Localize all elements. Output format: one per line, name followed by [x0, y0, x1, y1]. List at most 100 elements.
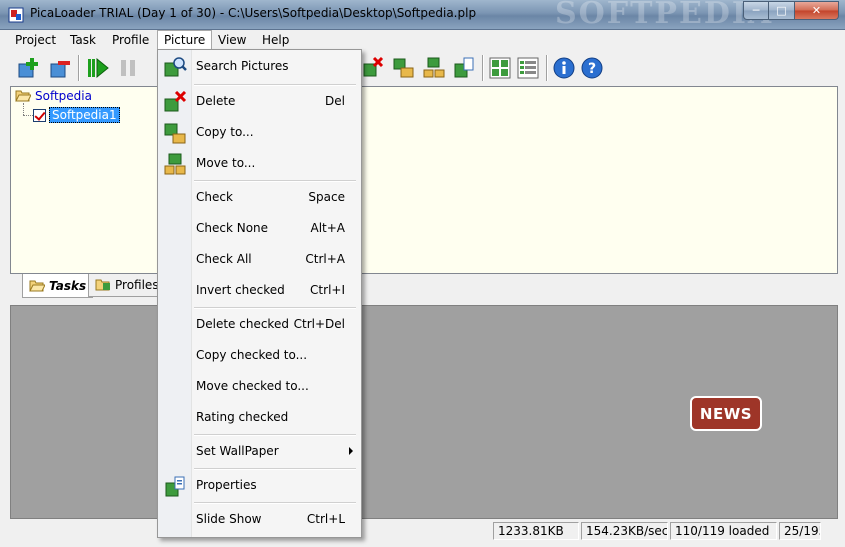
tree-node-task[interactable]: Softpedia1	[33, 107, 120, 123]
menu-project[interactable]: Project	[9, 30, 62, 50]
delete-icon	[363, 56, 384, 77]
tree-node-root[interactable]: Softpedia	[15, 89, 92, 103]
remove-task-icon	[50, 61, 70, 78]
menu-item-label: Search Pictures	[196, 59, 289, 73]
menu-bar: Project Task Profile Picture View Help	[0, 30, 845, 50]
properties-icon	[454, 57, 474, 78]
status-bar: 1233.81KB 154.23KB/sec 110/119 loaded 25…	[0, 519, 845, 547]
title-bar[interactable]: PicaLoader TRIAL (Day 1 of 30) - C:\User…	[0, 0, 845, 31]
tab-profiles[interactable]: Profiles	[88, 274, 166, 297]
menu-item-label: Delete	[196, 94, 236, 108]
info-icon	[553, 57, 575, 79]
menu-separator	[194, 307, 356, 309]
menu-item-label: Check None	[196, 221, 269, 235]
svg-text:?: ?	[588, 61, 596, 77]
toolbar-separator	[78, 55, 80, 81]
task-checkbox[interactable]	[33, 108, 46, 122]
pause-button[interactable]	[114, 54, 142, 82]
window-controls: ─ □ ✕	[743, 1, 839, 20]
thumbnails-icon	[489, 57, 511, 79]
move-picture-button[interactable]	[420, 54, 448, 82]
move-to-icon	[423, 57, 445, 78]
properties-button[interactable]	[450, 54, 478, 82]
menu-item-shortcut: Ctrl+A	[305, 252, 345, 266]
menu-item-shortcut: Ctrl+L	[306, 512, 345, 526]
status-size: 1233.81KB	[493, 522, 579, 540]
news-badge[interactable]: NEWS	[690, 396, 762, 431]
menu-separator	[194, 468, 356, 470]
menu-item-search-pictures[interactable]: Search Pictures	[158, 54, 361, 80]
menu-item-slide-show[interactable]: Slide Show Ctrl+L	[158, 507, 361, 533]
menu-item-label: Copy checked to...	[196, 348, 308, 362]
start-button[interactable]	[84, 54, 112, 82]
menu-item-invert-checked[interactable]: Invert checked Ctrl+I	[158, 278, 361, 304]
menu-item-copy-to[interactable]: Copy to...	[158, 120, 361, 146]
list-view-button[interactable]	[514, 54, 542, 82]
help-button[interactable]: ?	[578, 54, 606, 82]
menu-item-label: Invert checked	[196, 283, 285, 297]
menu-item-shortcut: Del	[325, 94, 345, 108]
window-title: PicaLoader TRIAL (Day 1 of 30) - C:\User…	[30, 6, 477, 20]
remove-task-button[interactable]	[46, 54, 74, 82]
menu-item-set-wallpaper[interactable]: Set WallPaper	[158, 439, 361, 465]
menu-separator	[194, 502, 356, 504]
softpedia-watermark: SOFTPEDIA	[555, 0, 774, 31]
minimize-button[interactable]: ─	[743, 1, 769, 20]
picture-view[interactable]: NEWS	[10, 305, 838, 519]
menu-item-label: Set WallPaper	[196, 444, 279, 458]
menu-item-shortcut: Ctrl+I	[310, 283, 345, 297]
delete-icon	[164, 91, 187, 112]
menu-item-properties[interactable]: Properties	[158, 473, 361, 499]
menu-item-delete-checked[interactable]: Delete checked Ctrl+Del	[158, 312, 361, 338]
menu-item-shortcut: Space	[308, 190, 345, 204]
about-button[interactable]	[550, 54, 578, 82]
menu-item-check-all[interactable]: Check All Ctrl+A	[158, 247, 361, 273]
tree-child-label: Softpedia1	[49, 107, 120, 123]
menu-item-move-to[interactable]: Move to...	[158, 151, 361, 177]
menu-separator	[194, 434, 356, 436]
menu-item-check-none[interactable]: Check None Alt+A	[158, 216, 361, 242]
menu-item-check[interactable]: Check Space	[158, 185, 361, 211]
menu-item-label: Rating checked	[196, 410, 289, 424]
list-icon	[517, 57, 539, 79]
status-loaded: 110/119 loaded	[670, 522, 777, 540]
submenu-arrow-icon	[349, 447, 353, 455]
menu-help[interactable]: Help	[256, 30, 295, 50]
menu-item-label: Move checked to...	[196, 379, 309, 393]
copy-to-icon	[393, 58, 414, 78]
tree-root-label: Softpedia	[35, 89, 92, 103]
project-tree[interactable]: Softpedia Softpedia1	[10, 86, 838, 274]
toolbar-separator	[482, 55, 484, 81]
menu-task[interactable]: Task	[64, 30, 102, 50]
menu-item-shortcut: Alt+A	[310, 221, 345, 235]
tasks-icon	[29, 280, 45, 291]
tree-connector	[23, 103, 24, 115]
menu-profile[interactable]: Profile	[106, 30, 155, 50]
tree-connector	[23, 115, 33, 116]
menu-picture[interactable]: Picture	[157, 30, 213, 50]
menu-item-copy-checked-to[interactable]: Copy checked to...	[158, 343, 361, 369]
move-to-icon	[164, 153, 186, 175]
tab-tasks[interactable]: Tasks	[22, 274, 94, 298]
toolbar-separator	[546, 55, 548, 81]
delete-picture-button[interactable]	[360, 54, 388, 82]
menu-item-label: Check All	[196, 252, 252, 266]
copy-picture-button[interactable]	[390, 54, 418, 82]
app-icon	[8, 7, 24, 23]
pause-icon	[121, 60, 135, 76]
properties-icon	[165, 476, 185, 497]
menu-item-label: Check	[196, 190, 233, 204]
menu-item-delete[interactable]: Delete Del	[158, 89, 361, 115]
add-task-button[interactable]	[14, 54, 42, 82]
thumbnail-view-button[interactable]	[486, 54, 514, 82]
close-button[interactable]: ✕	[795, 1, 839, 20]
menu-item-rating-checked[interactable]: Rating checked	[158, 405, 361, 431]
panel-tabs: Tasks Profiles	[10, 274, 838, 298]
menu-item-move-checked-to[interactable]: Move checked to...	[158, 374, 361, 400]
folder-open-icon	[15, 90, 31, 102]
maximize-button[interactable]: □	[769, 1, 795, 20]
play-icon	[88, 57, 109, 79]
tab-profiles-label: Profiles	[115, 278, 159, 292]
help-icon: ?	[581, 57, 603, 79]
menu-view[interactable]: View	[212, 30, 252, 50]
